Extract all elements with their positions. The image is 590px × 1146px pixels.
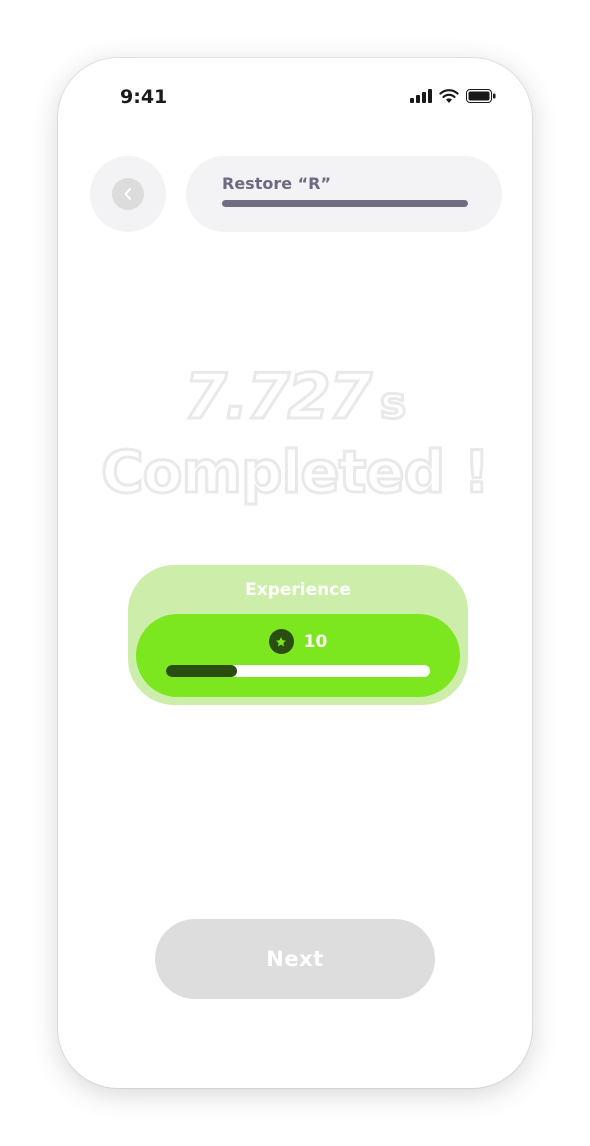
status-time: 9:41 [120,86,168,108]
back-button-circle [112,178,144,210]
experience-progress-track [166,665,430,677]
experience-points-row: 10 [136,629,460,654]
experience-progress-fill [166,665,238,677]
task-progress-pill: Restore “R” [186,156,502,232]
experience-card: Experience 10 [128,565,468,705]
experience-points: 10 [303,631,328,652]
wifi-icon [439,89,459,103]
experience-panel: 10 [136,614,460,697]
next-button[interactable]: Next [155,919,435,999]
task-progress-bar [222,200,468,207]
back-button[interactable] [90,156,166,232]
chevron-left-icon [124,188,131,200]
phone-frame: 9:41 Restore “R” 7.727 s Completed ! Exp… [58,58,532,1088]
next-button-label: Next [266,947,324,971]
result-time: 7.727 s [58,359,532,435]
result-status: Completed ! [100,437,492,508]
battery-icon [466,88,496,103]
result-time-unit: s [378,377,407,431]
result-time-value: 7.727 [182,359,373,435]
status-icons [410,88,496,103]
star-icon [276,636,287,646]
cellular-signal-icon [410,88,432,103]
task-title: Restore “R” [222,174,331,193]
star-badge [268,629,294,654]
experience-label: Experience [245,580,351,600]
